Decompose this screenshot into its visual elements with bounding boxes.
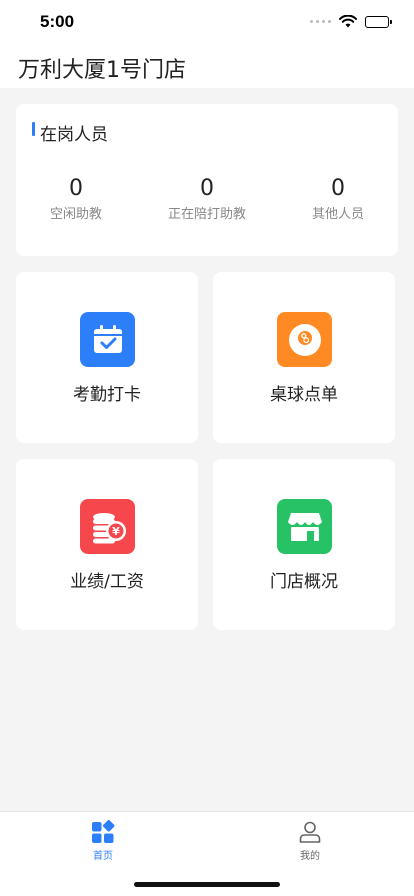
header: 万利大厦1号门店: [0, 44, 414, 88]
status-time: 5:00: [40, 12, 75, 31]
tab-label: 我的: [300, 851, 320, 862]
home-indicator: [134, 882, 280, 887]
battery-icon: [365, 15, 392, 28]
staff-section-title: 在岗人员: [40, 125, 108, 145]
tab-mine[interactable]: 我的: [280, 820, 340, 862]
tile-label: 桌球点单: [270, 385, 338, 405]
stat-value: 0: [331, 176, 345, 201]
billiards-order-tile[interactable]: 桌球点单: [213, 272, 395, 443]
wifi-icon: [339, 15, 357, 28]
tab-label: 首页: [93, 851, 113, 862]
coins-yen-icon: ¥: [80, 499, 135, 554]
tile-label: 门店概况: [270, 572, 338, 592]
tile-label: 业绩/工资: [70, 572, 144, 592]
stat-value: 0: [200, 176, 214, 201]
stat-label: 空闲助教: [49, 207, 102, 222]
stat-other-staff: 0 其他人员: [278, 176, 398, 224]
stat-label: 其他人员: [311, 207, 364, 222]
store-overview-tile[interactable]: 门店概况: [213, 459, 395, 630]
page-title: 万利大厦1号门店: [18, 58, 186, 83]
tile-label: 考勤打卡: [73, 385, 141, 405]
status-icons: [310, 15, 392, 28]
user-icon: [299, 821, 321, 843]
svg-text:¥: ¥: [112, 525, 120, 538]
stat-idle-assistants: 0 空闲助教: [16, 176, 136, 224]
attendance-tile[interactable]: 考勤打卡: [16, 272, 198, 443]
staff-on-duty-card: 在岗人员 0 空闲助教 0 正在陪打助教 0 其他人员: [16, 104, 398, 256]
tab-home[interactable]: 首页: [73, 820, 133, 862]
stat-busy-assistants: 0 正在陪打助教: [147, 176, 267, 224]
cellular-signal-icon: [310, 20, 331, 23]
grid-icon: [92, 820, 115, 843]
storefront-icon: [277, 499, 332, 554]
stat-value: 0: [69, 176, 83, 201]
stat-label: 正在陪打助教: [167, 207, 246, 222]
billiard-ball-icon: [277, 312, 332, 367]
status-bar: 5:00: [0, 0, 414, 44]
section-accent-bar: [32, 122, 35, 136]
calendar-check-icon: [80, 312, 135, 367]
performance-salary-tile[interactable]: ¥ 业绩/工资: [16, 459, 198, 630]
